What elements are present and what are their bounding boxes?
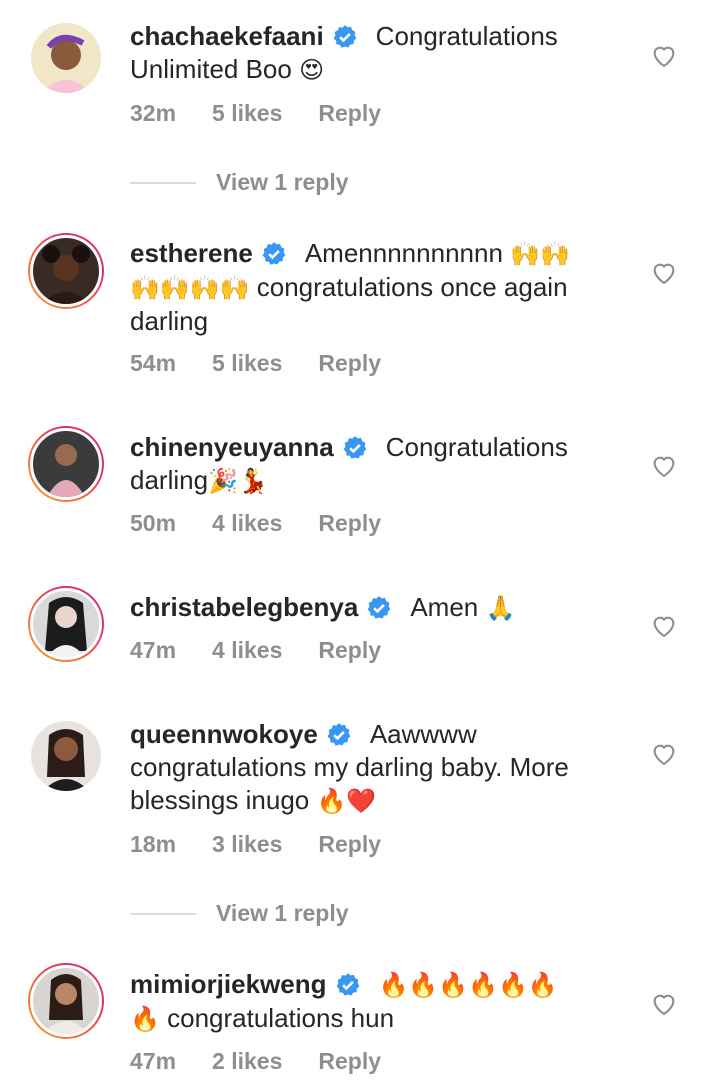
timestamp: 47m xyxy=(130,637,177,663)
avatar[interactable] xyxy=(28,20,104,96)
emoji: 🙌🙌🙌🙌 xyxy=(130,274,250,302)
comment-text: congratulations hun xyxy=(167,1003,395,1033)
emoji: 🙏 xyxy=(485,594,516,622)
heart-icon[interactable] xyxy=(650,42,678,70)
comment-meta: 54m 5 likes Reply xyxy=(130,350,417,377)
likes-count[interactable]: 2 likes xyxy=(212,1048,282,1074)
avatar-photo xyxy=(41,34,91,93)
comment-meta: 47m 4 likes Reply xyxy=(130,637,417,664)
view-replies-button[interactable]: View 1 reply xyxy=(130,900,349,927)
avatar-photo xyxy=(45,597,87,657)
comment-body: chachaekefaani Congratulations Unlimited … xyxy=(130,20,640,87)
avatar-photo xyxy=(41,245,91,304)
heart-icon[interactable] xyxy=(650,259,678,287)
comment-body: mimiorjiekweng 🔥🔥🔥🔥🔥🔥 🔥 congratulations hu… xyxy=(130,968,640,1036)
comment-text: Amen xyxy=(410,592,479,622)
verified-badge-icon xyxy=(333,25,357,48)
timestamp: 50m xyxy=(130,510,177,536)
heart-icon[interactable] xyxy=(650,990,678,1018)
reply-button[interactable]: Reply xyxy=(318,350,381,376)
reply-button[interactable]: Reply xyxy=(318,510,381,536)
reply-button[interactable]: Reply xyxy=(318,1048,381,1074)
username[interactable]: chinenyeuyanna xyxy=(130,432,334,462)
comment-body: chinenyeuyanna Congratulations darling🎉💃 xyxy=(130,431,640,498)
view-replies-button[interactable]: View 1 reply xyxy=(130,169,349,196)
verified-badge-icon xyxy=(336,973,359,996)
reply-button[interactable]: Reply xyxy=(318,100,381,126)
divider xyxy=(130,912,196,915)
verified-badge-icon xyxy=(367,596,391,619)
username[interactable]: christabelegbenya xyxy=(130,592,358,622)
comment-meta: 47m 2 likes Reply xyxy=(130,1048,417,1075)
verified-badge-icon xyxy=(327,723,351,746)
likes-count[interactable]: 5 likes xyxy=(212,100,282,126)
divider xyxy=(130,181,196,184)
timestamp: 47m xyxy=(130,1048,177,1074)
avatar-photo xyxy=(43,974,89,1034)
username[interactable]: queennwokoye xyxy=(130,719,318,749)
emoji: 🔥🔥🔥🔥🔥🔥 xyxy=(378,971,558,999)
verified-badge-icon xyxy=(343,436,367,459)
emoji: 😍 xyxy=(299,56,325,84)
avatar[interactable] xyxy=(28,586,104,662)
view-replies-label: View 1 reply xyxy=(216,169,349,195)
comment-meta: 50m 4 likes Reply xyxy=(130,510,417,537)
comment-text-lead: Amennnnnnnnnn xyxy=(304,238,503,268)
timestamp: 18m xyxy=(130,831,177,857)
likes-count[interactable]: 4 likes xyxy=(212,510,282,536)
comment-meta: 18m 3 likes Reply xyxy=(130,831,417,858)
avatar[interactable] xyxy=(28,718,104,794)
avatar-photo xyxy=(43,729,89,791)
username[interactable]: mimiorjiekweng xyxy=(130,969,327,999)
comment-body: queennwokoye Aawwww congratulations my da… xyxy=(130,718,640,818)
comment-meta: 32m 5 likes Reply xyxy=(130,100,417,127)
reply-button[interactable]: Reply xyxy=(318,831,381,857)
heart-icon[interactable] xyxy=(650,740,678,768)
heart-icon[interactable] xyxy=(650,452,678,480)
timestamp: 32m xyxy=(130,100,177,126)
emoji: 🔥❤️ xyxy=(316,787,377,815)
timestamp: 54m xyxy=(130,350,177,376)
view-replies-label: View 1 reply xyxy=(216,900,349,926)
comment-body: christabelegbenya Amen 🙏 xyxy=(130,591,640,625)
avatar[interactable] xyxy=(28,426,104,502)
username[interactable]: estherene xyxy=(130,238,253,268)
likes-count[interactable]: 4 likes xyxy=(212,637,282,663)
emoji: 🎉💃 xyxy=(208,467,268,495)
avatar-photo xyxy=(47,444,85,497)
heart-icon[interactable] xyxy=(650,612,678,640)
comment-body: estherene Amennnnnnnnnn 🙌🙌 🙌🙌🙌🙌 congratula… xyxy=(130,237,640,338)
verified-badge-icon xyxy=(262,242,286,265)
likes-count[interactable]: 3 likes xyxy=(212,831,282,857)
emoji: 🔥 xyxy=(130,1005,160,1033)
username[interactable]: chachaekefaani xyxy=(130,21,324,51)
avatar[interactable] xyxy=(28,963,104,1039)
avatar[interactable] xyxy=(28,233,104,309)
emoji: 🙌🙌 xyxy=(510,240,570,268)
likes-count[interactable]: 5 likes xyxy=(212,350,282,376)
reply-button[interactable]: Reply xyxy=(318,637,381,663)
